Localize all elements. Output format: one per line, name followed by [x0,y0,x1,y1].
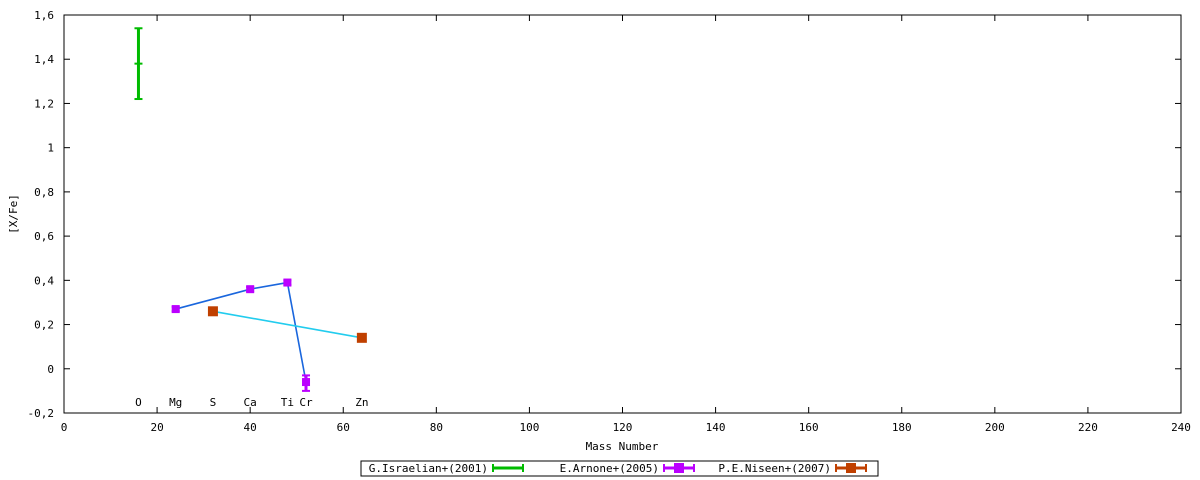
data-point [302,378,311,387]
y-tick-label: 0,6 [34,230,54,243]
x-tick-label: 220 [1078,421,1098,434]
series-layer [134,27,367,392]
legend-swatch-marker [674,463,684,473]
legend-label: G.Israelian+(2001) [369,462,488,475]
y-axis-title: [X/Fe] [7,194,20,234]
series-3 [207,306,367,343]
element-label: Ca [244,396,257,409]
series-line [175,281,307,383]
x-tick-label: 240 [1171,421,1191,434]
x-tick-label: 100 [519,421,539,434]
x-tick-label: 80 [430,421,443,434]
legend-swatch-marker [846,463,856,473]
y-tick-label: 0,8 [34,186,54,199]
data-point [356,332,367,343]
y-tick-label: 0 [47,363,54,376]
data-point [283,278,292,287]
x-tick-label: 180 [892,421,912,434]
y-tick-label: 0,2 [34,319,54,332]
y-tick-label: 1 [47,142,54,155]
plot-frame [63,14,1182,414]
element-labels: O Mg S Ca Ti Cr Zn [135,396,368,409]
data-point [207,306,218,317]
data-point [246,285,255,294]
x-tick-label: 160 [799,421,819,434]
legend-label: P.E.Niseen+(2007) [718,462,831,475]
y-tick-label: 1,6 [34,9,54,22]
x-tick-label: 120 [613,421,633,434]
y-tick-label: -0,2 [28,407,55,420]
legend: G.Israelian+(2001) E.Arnone+(2005) P.E.Nis… [360,460,879,477]
y-tick-label: 0,4 [34,274,54,287]
series-line [212,310,363,339]
element-label: S [210,396,217,409]
x-tick-label: 20 [150,421,163,434]
y-tick-label: 1,4 [34,53,54,66]
element-label: Cr [299,396,313,409]
element-label: Zn [355,396,368,409]
y-tick-label: 1,2 [34,97,54,110]
x-tick-label: 40 [244,421,257,434]
x-axis-title: Mass Number [586,440,659,453]
legend-label: E.Arnone+(2005) [560,462,659,475]
element-label: O [135,396,142,409]
axis-ticks: 0 20 40 60 80 100 120 140 160 180 200 220 240 -0,2 0 0,… [28,9,1191,434]
element-label: Mg [169,396,182,409]
series-2 [171,278,311,392]
chart: 0 20 40 60 80 100 120 140 160 180 200 220 240 -0,2 0 0,… [7,9,1191,477]
x-tick-label: 0 [61,421,68,434]
element-label: Ti [281,396,294,409]
data-point [171,305,180,314]
x-tick-label: 200 [985,421,1005,434]
series-1 [134,27,143,101]
x-tick-label: 60 [337,421,350,434]
x-tick-label: 140 [706,421,726,434]
